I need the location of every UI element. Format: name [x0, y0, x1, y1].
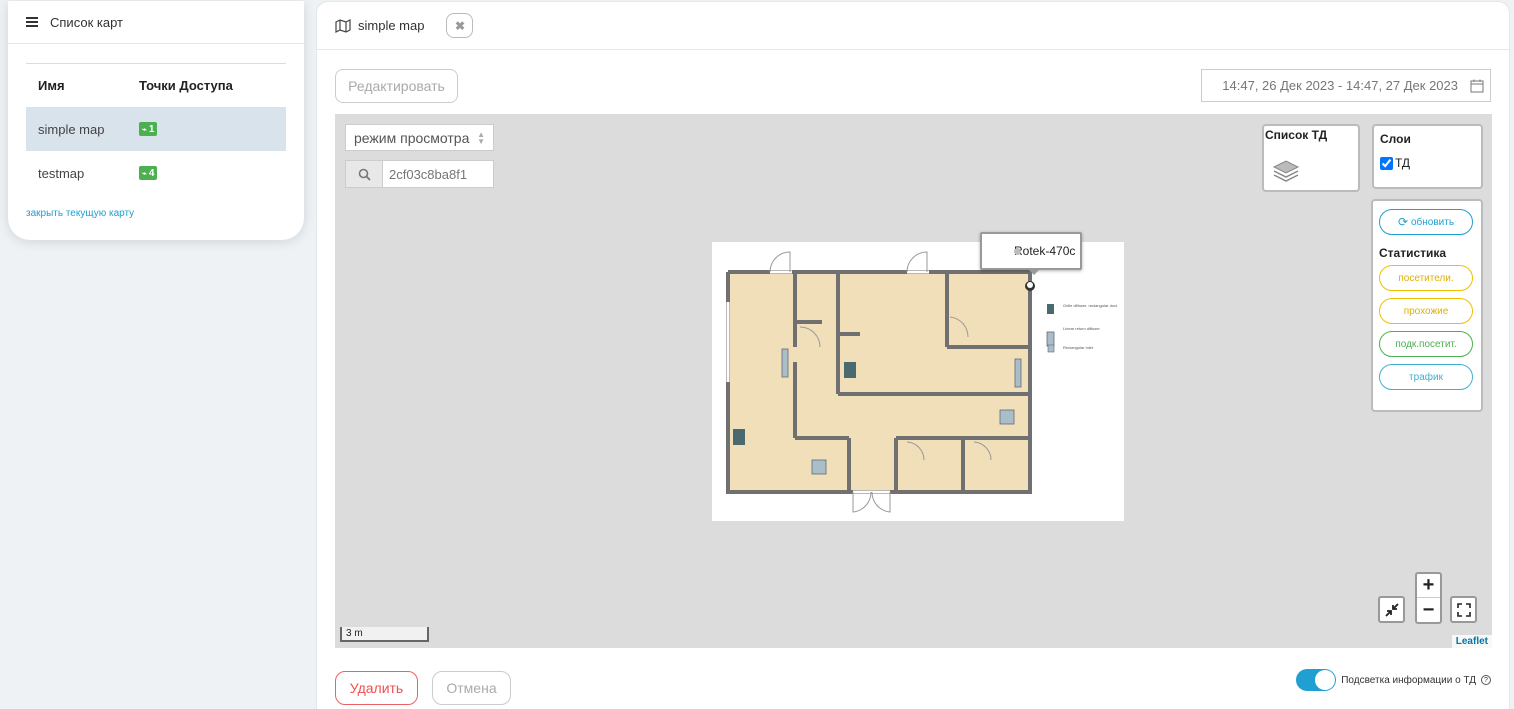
- zoom-out-button[interactable]: −: [1417, 598, 1440, 622]
- scale-bar: 3 m: [340, 627, 429, 642]
- leaflet-attribution[interactable]: Leaflet: [1451, 635, 1492, 648]
- search-icon[interactable]: [346, 161, 383, 187]
- ap-list-control[interactable]: Список ТД: [1262, 124, 1360, 192]
- legend-inlet: Rectangular inlet: [1063, 345, 1094, 350]
- select-arrows-icon: ▲ ▼: [477, 130, 485, 146]
- legend-linear: Linear return diffuser: [1063, 326, 1101, 331]
- layers-icon: [1272, 160, 1300, 182]
- fullscreen-icon: [1456, 602, 1471, 617]
- table-row[interactable]: simple map ⌁ 1: [26, 107, 286, 151]
- ap-list-title: Список ТД: [1265, 128, 1328, 142]
- ap-tooltip: Rotek-470c: [980, 232, 1082, 275]
- date-range-value: 14:47, 26 Дек 2023 - 14:47, 27 Дек 2023: [1222, 78, 1458, 93]
- close-current-map-link[interactable]: закрыть текущую карту: [26, 208, 134, 219]
- access-point-icon: ⌁: [142, 168, 147, 178]
- table-row[interactable]: testmap ⌁ 4: [26, 151, 286, 195]
- date-range-picker[interactable]: 14:47, 26 Дек 2023 - 14:47, 27 Дек 2023: [1201, 69, 1491, 102]
- highlight-ap-label: Подсветка информации о ТД: [1341, 674, 1476, 686]
- collapse-icon: [1384, 602, 1399, 617]
- collapse-button[interactable]: [1378, 596, 1405, 623]
- table-header: Имя Точки Доступа: [26, 64, 286, 107]
- highlight-ap-toggle[interactable]: [1296, 669, 1337, 691]
- tab-bar: simple map ✖: [317, 2, 1509, 50]
- edit-button[interactable]: Редактировать: [335, 69, 458, 103]
- layer-ap-checkbox[interactable]: [1380, 156, 1393, 170]
- refresh-button[interactable]: ⟳ обновить: [1379, 209, 1473, 235]
- access-point-icon: ⌁: [142, 124, 147, 134]
- map-list-header[interactable]: Список карт: [8, 1, 304, 44]
- delete-button[interactable]: Удалить: [335, 671, 418, 705]
- view-mode-select[interactable]: режим просмотра ▲ ▼: [345, 124, 494, 151]
- stats-control: ⟳ обновить Статистика посетители. прохож…: [1371, 199, 1483, 412]
- layer-ap-toggle[interactable]: ТД: [1380, 156, 1475, 170]
- status-dot: [1014, 248, 1021, 255]
- map-list-panel: Список карт Имя Точки Доступа simple map…: [8, 1, 304, 240]
- zoom-control: + −: [1415, 572, 1442, 624]
- close-icon: ✖: [454, 18, 465, 33]
- floor-plan-image: Grille diffuser, rectangular duct Linear…: [712, 242, 1124, 521]
- column-access-points: Точки Доступа: [139, 78, 233, 93]
- close-tab-button[interactable]: ✖: [446, 13, 474, 38]
- passersby-button[interactable]: прохожие: [1379, 298, 1473, 324]
- tab-simple-map[interactable]: simple map: [335, 18, 424, 33]
- map-name: testmap: [38, 165, 85, 181]
- cancel-button[interactable]: Отмена: [432, 671, 511, 705]
- help-icon[interactable]: ?: [1481, 675, 1491, 685]
- stats-title: Статистика: [1379, 246, 1447, 260]
- visitors-button[interactable]: посетители.: [1379, 265, 1473, 291]
- fullscreen-button[interactable]: [1450, 596, 1477, 623]
- column-name: Имя: [38, 78, 65, 93]
- menu-icon: [26, 17, 38, 27]
- zoom-in-button[interactable]: +: [1417, 574, 1440, 598]
- ap-search: [345, 160, 494, 188]
- map-canvas[interactable]: режим просмотра ▲ ▼ 2cf03c8ba8f1 Grille …: [335, 114, 1492, 648]
- map-name: simple map: [38, 121, 105, 137]
- ap-count-badge: ⌁ 4: [139, 166, 158, 180]
- map-editor-panel: simple map ✖ Редактировать 14:47, 26 Дек…: [316, 1, 1510, 709]
- highlight-ap-setting: Подсветка информации о ТД ?: [1296, 669, 1491, 691]
- connected-visitors-button[interactable]: подк.посетит.: [1379, 331, 1473, 357]
- ap-search-input[interactable]: [383, 161, 493, 187]
- layers-title: Слои: [1380, 132, 1411, 146]
- traffic-button[interactable]: трафик: [1379, 364, 1473, 390]
- map-table: Имя Точки Доступа simple map ⌁ 1 testmap …: [26, 63, 286, 195]
- map-list-title: Список карт: [50, 14, 123, 30]
- access-point-marker[interactable]: [1025, 281, 1035, 291]
- layers-control: Слои ТД: [1372, 124, 1483, 189]
- legend-grille: Grille diffuser, rectangular duct: [1063, 303, 1118, 308]
- ap-tooltip-name: Rotek-470c: [1014, 244, 1076, 258]
- calendar-icon: [1470, 79, 1484, 92]
- map-icon: [335, 18, 351, 33]
- refresh-icon: ⟳: [1397, 215, 1408, 229]
- ap-count-badge: ⌁ 1: [139, 122, 158, 136]
